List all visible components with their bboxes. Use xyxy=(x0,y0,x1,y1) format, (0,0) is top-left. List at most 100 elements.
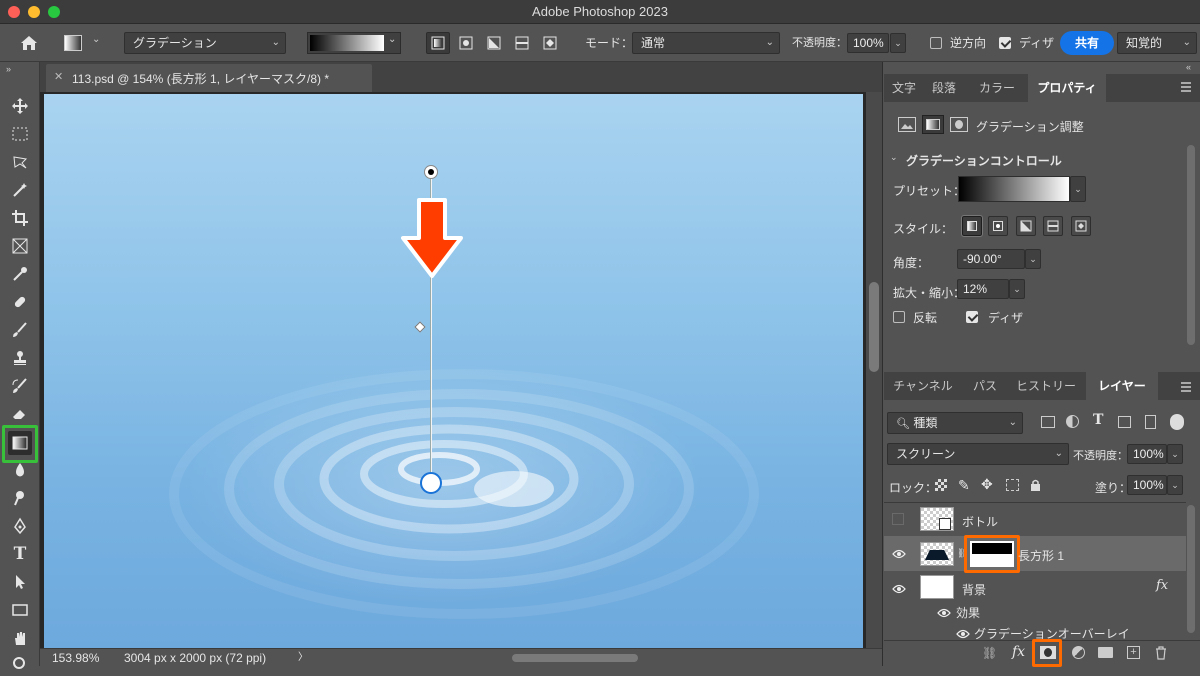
properties-scrollbar[interactable] xyxy=(1187,145,1195,345)
diamond-gradient-button[interactable] xyxy=(538,32,562,54)
expand-panel-icon[interactable]: » xyxy=(6,64,11,74)
filter-pixel-icon[interactable] xyxy=(1041,416,1055,428)
rectangle-tool-icon[interactable] xyxy=(8,598,32,622)
lock-transparent-icon[interactable] xyxy=(935,479,947,491)
history-brush-tool-icon[interactable] xyxy=(8,374,32,398)
opacity-dropdown[interactable]: ⌄ xyxy=(890,33,906,53)
filter-shape-icon[interactable] xyxy=(1118,416,1131,428)
gradient-preset-picker[interactable]: ⌄ xyxy=(307,32,401,54)
reverse-checkbox[interactable] xyxy=(930,37,942,49)
gradient-end-handle[interactable] xyxy=(420,472,442,494)
filter-smart-object-icon[interactable] xyxy=(1145,415,1156,429)
crop-tool-icon[interactable] xyxy=(8,206,32,230)
layers-scrollbar[interactable] xyxy=(1187,505,1195,633)
angle-gradient-button[interactable] xyxy=(482,32,506,54)
gradient-type-select[interactable]: グラデーション ⌄ xyxy=(124,32,286,54)
dither-checkbox[interactable] xyxy=(966,311,978,323)
close-tab-icon[interactable]: ✕ xyxy=(54,70,63,83)
status-menu-arrow[interactable]: 〉 xyxy=(298,649,308,667)
collapse-panel-icon[interactable]: « xyxy=(1186,62,1191,72)
hand-tool-icon[interactable] xyxy=(8,626,32,650)
gradient-preset-swatch[interactable] xyxy=(958,176,1070,202)
filter-toggle-icon[interactable] xyxy=(1170,414,1184,430)
document-tab[interactable]: ✕ 113.psd @ 154% (長方形 1, レイヤーマスク/8) * xyxy=(46,64,372,92)
pen-tool-icon[interactable] xyxy=(8,514,32,538)
angle-input[interactable]: -90.00° xyxy=(957,249,1025,269)
style-reflected-button[interactable] xyxy=(1043,216,1063,236)
eye-icon[interactable] xyxy=(937,607,951,618)
link-layers-icon[interactable]: ⛓ xyxy=(982,646,997,660)
radial-gradient-button[interactable] xyxy=(454,32,478,54)
type-tool-icon[interactable]: T xyxy=(8,542,32,566)
eraser-tool-icon[interactable] xyxy=(8,402,32,426)
visibility-toggle-empty[interactable] xyxy=(892,513,904,525)
preset-dropdown[interactable]: ⌄ xyxy=(1070,176,1086,202)
layer-name[interactable]: ボトル xyxy=(962,513,998,530)
gradient-tool-icon[interactable] xyxy=(8,431,32,455)
lock-all-icon[interactable] xyxy=(1030,479,1041,491)
layer-name[interactable]: 背景 xyxy=(962,581,986,598)
canvas-vertical-scrollbar[interactable] xyxy=(866,92,882,648)
marquee-tool-icon[interactable] xyxy=(8,122,32,146)
gradient-fill-icon[interactable] xyxy=(922,115,944,134)
scale-dropdown[interactable]: ⌄ xyxy=(1009,279,1025,299)
path-selection-tool-icon[interactable] xyxy=(8,570,32,594)
eye-icon[interactable] xyxy=(892,583,906,594)
mask-icon[interactable] xyxy=(950,117,968,132)
blur-tool-icon[interactable] xyxy=(8,458,32,482)
magic-wand-tool-icon[interactable] xyxy=(8,178,32,202)
tab-layers[interactable]: レイヤー xyxy=(1086,372,1158,400)
angle-dropdown[interactable]: ⌄ xyxy=(1025,249,1041,269)
eye-icon[interactable] xyxy=(892,548,906,559)
fx-indicator[interactable]: fx xyxy=(1156,578,1168,593)
tab-paths[interactable]: パス xyxy=(964,372,1006,400)
scale-input[interactable]: 12% xyxy=(957,279,1009,299)
document-canvas[interactable] xyxy=(44,94,863,648)
frame-tool-icon[interactable] xyxy=(8,234,32,258)
tool-preset-picker[interactable]: ⌄ xyxy=(64,32,108,54)
new-layer-icon[interactable]: + xyxy=(1127,646,1140,659)
chevron-down-icon[interactable]: ⌄ xyxy=(890,152,898,163)
panel-menu-icon[interactable] xyxy=(1180,81,1192,93)
stamp-tool-icon[interactable] xyxy=(8,346,32,370)
tab-character[interactable]: 文字 xyxy=(884,74,924,102)
eyedropper-tool-icon[interactable] xyxy=(8,262,32,286)
blend-mode-select[interactable]: 通常 ⌄ xyxy=(632,32,780,54)
dodge-tool-icon[interactable] xyxy=(8,486,32,510)
tab-properties[interactable]: プロパティ xyxy=(1028,74,1106,102)
layer-opacity-input[interactable]: 100% xyxy=(1127,444,1167,464)
layer-mask-thumbnail[interactable] xyxy=(970,541,1014,567)
style-linear-button[interactable] xyxy=(961,215,983,237)
tab-color[interactable]: カラー xyxy=(968,74,1026,102)
scrollbar-thumb[interactable] xyxy=(869,282,879,372)
dither-checkbox[interactable] xyxy=(999,37,1011,49)
panel-menu-icon[interactable] xyxy=(1180,381,1192,393)
method-select[interactable]: 知覚的 ⌄ xyxy=(1117,32,1197,54)
tab-channels[interactable]: チャンネル xyxy=(884,372,962,400)
filter-type-icon[interactable]: T xyxy=(1093,412,1103,428)
zoom-level[interactable]: 153.98% xyxy=(52,649,99,667)
style-angle-button[interactable] xyxy=(1016,216,1036,236)
tab-history[interactable]: ヒストリー xyxy=(1008,372,1084,400)
healing-brush-tool-icon[interactable] xyxy=(8,290,32,314)
layer-opacity-dropdown[interactable]: ⌄ xyxy=(1167,444,1183,464)
layer-name[interactable]: 長方形 1 xyxy=(1018,547,1064,564)
gradient-start-handle[interactable] xyxy=(424,165,438,179)
opacity-input[interactable]: 100% xyxy=(847,33,889,53)
tab-paragraph[interactable]: 段落 xyxy=(924,74,964,102)
fill-input[interactable]: 100% xyxy=(1127,475,1167,495)
delete-layer-icon[interactable] xyxy=(1155,646,1167,660)
home-icon[interactable] xyxy=(18,32,40,54)
style-diamond-button[interactable] xyxy=(1071,216,1091,236)
lock-position-icon[interactable]: ✥ xyxy=(981,476,993,493)
linear-gradient-button[interactable] xyxy=(426,32,450,54)
pixel-layer-icon[interactable] xyxy=(898,117,916,132)
layer-filter-select[interactable]: 🔍︎ 種類 ⌄ xyxy=(887,412,1023,434)
layer-row-selected[interactable]: ⛓ 長方形 1 xyxy=(884,535,1186,573)
filter-adjustment-icon[interactable] xyxy=(1066,415,1079,428)
layer-row[interactable]: 背景 fx xyxy=(884,571,1184,604)
move-tool-icon[interactable] xyxy=(8,94,32,118)
layer-row[interactable]: ボトル xyxy=(884,503,1184,536)
lock-artboard-icon[interactable] xyxy=(1006,479,1019,491)
reverse-checkbox[interactable] xyxy=(893,311,905,323)
